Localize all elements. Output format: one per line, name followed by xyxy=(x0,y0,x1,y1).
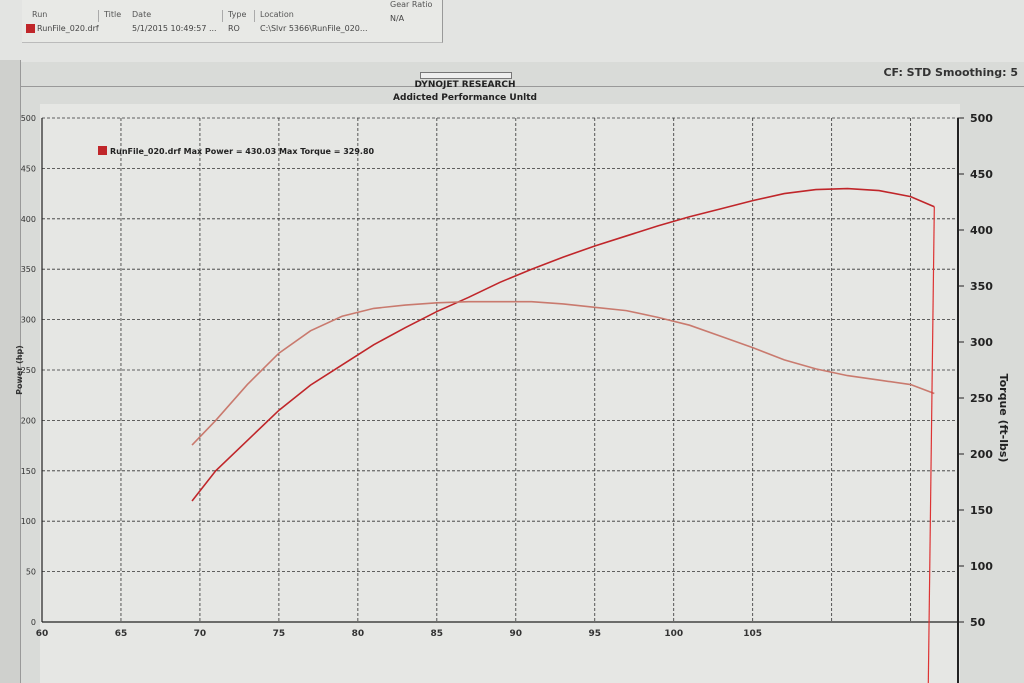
y-left-tick-label: 450 xyxy=(21,164,36,173)
y-axis-right-label: Torque (ft-lbs) xyxy=(997,374,1010,463)
y-right-tick-label: 400 xyxy=(970,224,993,237)
y-right-tick-label: 300 xyxy=(970,336,993,349)
y-left-tick-label: 150 xyxy=(21,467,36,476)
legend-text: RunFile_020.drf Max Power = 430.03 Max T… xyxy=(110,147,375,156)
x-tick-label: 70 xyxy=(194,629,207,639)
x-tick-label: 100 xyxy=(664,629,683,639)
y-left-tick-label: 300 xyxy=(21,316,36,325)
y-right-tick-label: 50 xyxy=(970,616,986,629)
y-right-tick-label: 350 xyxy=(970,280,993,293)
x-tick-label: 95 xyxy=(588,629,601,639)
y-right-tick-label: 200 xyxy=(970,448,993,461)
y-left-tick-label: 0 xyxy=(31,618,36,627)
x-tick-label: 90 xyxy=(510,629,523,639)
x-tick-label: 65 xyxy=(115,629,128,639)
y-right-tick-label: 250 xyxy=(970,392,993,405)
y-right-tick-label: 450 xyxy=(970,168,993,181)
y-left-tick-label: 400 xyxy=(21,215,36,224)
x-tick-label: 75 xyxy=(273,629,286,639)
y-right-tick-label: 100 xyxy=(970,560,993,573)
x-tick-label: 105 xyxy=(743,629,762,639)
x-tick-label: 85 xyxy=(431,629,444,639)
y-right-tick-label: 150 xyxy=(970,504,993,517)
plot-area xyxy=(40,104,960,683)
dyno-chart: 0 50 100 150 200 250 300 350 400 450 500 50 100 150 20… xyxy=(15,104,1010,683)
y-left-tick-label: 200 xyxy=(21,416,36,425)
legend: RunFile_020.drf Max Power = 430.03 Max T… xyxy=(98,146,375,156)
y-left-tick-label: 350 xyxy=(21,265,36,274)
legend-swatch xyxy=(98,146,107,155)
x-tick-label: 60 xyxy=(36,629,49,639)
y-axis-left-label: Power (hp) xyxy=(15,345,24,395)
x-tick-label: 80 xyxy=(352,629,365,639)
y-left-tick-label: 100 xyxy=(21,517,36,526)
y-left-tick-label: 50 xyxy=(26,568,36,577)
y-left-tick-label: 500 xyxy=(21,114,36,123)
y-right-tick-label: 500 xyxy=(970,112,993,125)
